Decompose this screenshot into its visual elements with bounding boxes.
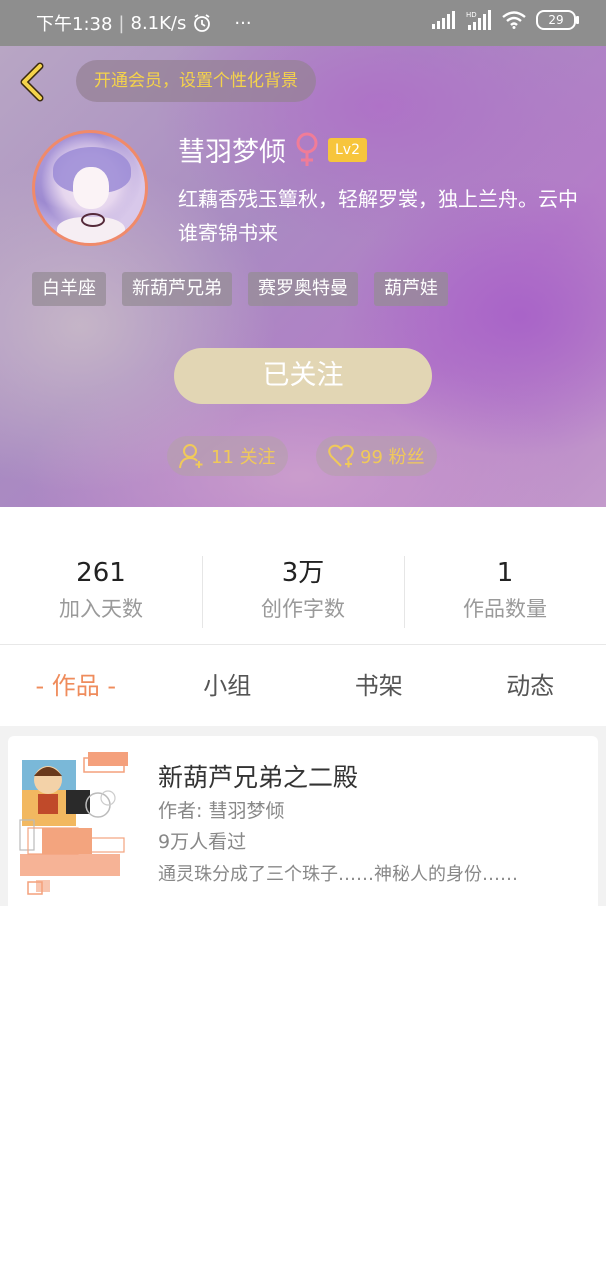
vip-banner-button[interactable]: 开通会员，设置个性化背景 bbox=[76, 60, 316, 102]
fans-count: 99 粉丝 bbox=[360, 447, 425, 468]
battery-icon: 29 bbox=[536, 10, 579, 30]
work-description: 通灵珠分成了三个珠子……神秘人的身份…… bbox=[158, 864, 518, 885]
status-left: 下午1:38 | 8.1K/s ··· bbox=[36, 10, 252, 36]
svg-text:HD: HD bbox=[466, 11, 477, 19]
heart-icon bbox=[328, 444, 354, 468]
female-icon bbox=[296, 132, 318, 166]
avatar[interactable] bbox=[32, 130, 148, 246]
battery-level: 29 bbox=[548, 13, 564, 27]
username-row: 彗羽梦倾 Lv2 bbox=[178, 130, 367, 169]
stat-words: 3万 创作字数 bbox=[202, 552, 404, 630]
user-add-icon bbox=[179, 444, 203, 469]
tab-bar: - 作品 - 小组 书架 动态 bbox=[0, 646, 606, 726]
following-count-button[interactable]: 11 关注 bbox=[167, 436, 288, 476]
book-cover-image bbox=[18, 750, 130, 900]
follow-button[interactable]: 已关注 bbox=[174, 348, 432, 404]
stat-value: 3万 bbox=[281, 558, 325, 588]
status-time: 下午1:38 bbox=[36, 14, 113, 35]
tab-activity[interactable]: 动态 bbox=[455, 646, 606, 726]
work-author: 作者: 彗羽梦倾 bbox=[158, 800, 285, 822]
status-right: HD 29 bbox=[432, 10, 579, 30]
more-notifications-icon: ··· bbox=[234, 12, 252, 34]
status-separator: | bbox=[118, 12, 125, 34]
avatar-face bbox=[73, 167, 109, 209]
stat-days: 261 加入天数 bbox=[0, 552, 202, 630]
status-bar: 下午1:38 | 8.1K/s ··· HD 29 bbox=[0, 0, 606, 46]
alarm-icon bbox=[194, 14, 211, 32]
tab-groups[interactable]: 小组 bbox=[152, 646, 304, 726]
tab-works[interactable]: - 作品 - bbox=[0, 646, 152, 726]
work-card[interactable]: 新葫芦兄弟之二殿 作者: 彗羽梦倾 9万人看过 通灵珠分成了三个珠子……神秘人的… bbox=[8, 736, 598, 906]
stats-bar: 261 加入天数 3万 创作字数 1 作品数量 bbox=[0, 552, 606, 630]
username: 彗羽梦倾 bbox=[178, 137, 286, 168]
bio: 红藕香残玉簟秋，轻解罗裳，独上兰舟。云中谁寄锦书来 bbox=[178, 187, 578, 245]
tag-item[interactable]: 赛罗奥特曼 bbox=[248, 272, 358, 306]
fans-count-button[interactable]: 99 粉丝 bbox=[316, 436, 437, 476]
work-title: 新葫芦兄弟之二殿 bbox=[158, 763, 359, 792]
divider bbox=[0, 644, 606, 645]
tag-item[interactable]: 新葫芦兄弟 bbox=[122, 272, 232, 306]
stat-label: 创作字数 bbox=[261, 597, 345, 621]
stat-works: 1 作品数量 bbox=[404, 552, 606, 630]
tag-list: 白羊座 新葫芦兄弟 赛罗奥特曼 葫芦娃 bbox=[32, 272, 448, 306]
stat-value: 261 bbox=[76, 558, 126, 588]
status-speed: 8.1K/s bbox=[130, 12, 187, 34]
signal-icon bbox=[432, 11, 455, 29]
profile-header: 开通会员，设置个性化背景 彗羽梦倾 Lv2 红藕香残玉簟秋，轻解罗裳，独上兰舟。… bbox=[0, 46, 606, 507]
level-badge: Lv2 bbox=[328, 137, 367, 162]
tag-item[interactable]: 葫芦娃 bbox=[374, 272, 448, 306]
back-button[interactable] bbox=[14, 60, 54, 104]
work-views: 9万人看过 bbox=[158, 831, 247, 853]
avatar-ribbon bbox=[81, 213, 105, 227]
stat-label: 作品数量 bbox=[463, 597, 547, 621]
stat-label: 加入天数 bbox=[59, 597, 143, 621]
tab-bookshelf[interactable]: 书架 bbox=[303, 646, 455, 726]
tag-item[interactable]: 白羊座 bbox=[32, 272, 106, 306]
wifi-icon bbox=[502, 11, 526, 29]
following-count: 11 关注 bbox=[211, 447, 276, 468]
hd-signal-icon: HD bbox=[466, 10, 491, 30]
stat-value: 1 bbox=[496, 558, 514, 588]
